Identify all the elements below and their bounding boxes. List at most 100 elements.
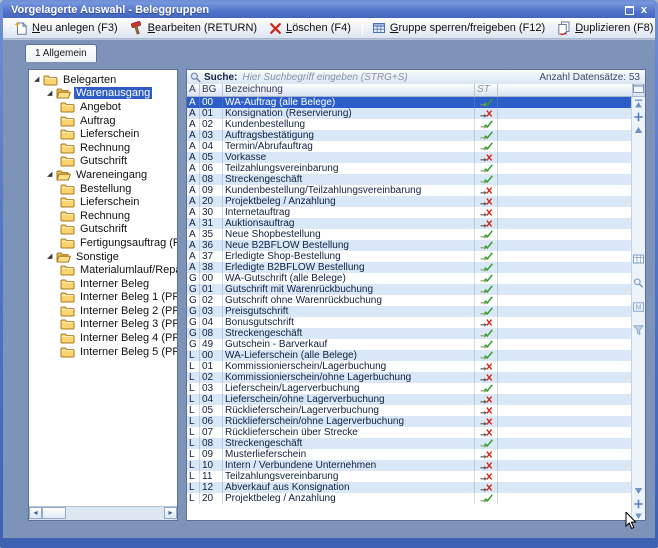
- tree-item-rechnung[interactable]: Rechnung: [29, 141, 177, 155]
- grid-view-icon[interactable]: [633, 253, 644, 264]
- column-header-bg[interactable]: BG: [200, 84, 223, 96]
- table-row[interactable]: G00WA-Gutschrift (alle Belege): [187, 273, 634, 284]
- scroll-to-top-icon[interactable]: [633, 98, 644, 109]
- fit-columns-icon[interactable]: M: [633, 301, 644, 312]
- table-row[interactable]: L00WA-Lieferschein (alle Belege): [187, 350, 634, 361]
- tree-item-wareneingang[interactable]: ◢Wareneingang: [29, 168, 177, 182]
- title-bar[interactable]: Vorgelagerte Auswahl - Beleggruppen x: [3, 2, 655, 18]
- table-row[interactable]: A38Erledigte B2BFLOW Bestellung: [187, 262, 634, 273]
- cell-beleggruppe: 00: [200, 97, 223, 108]
- table-row[interactable]: A04Termin/Abrufauftrag: [187, 141, 634, 152]
- tree-item-angebot[interactable]: Angebot: [29, 100, 177, 114]
- table-row[interactable]: A37Erledigte Shop-Bestellung: [187, 251, 634, 262]
- status-check-icon: [475, 295, 498, 306]
- tree-item-gutschrift[interactable]: Gutschrift: [29, 223, 177, 237]
- scroll-up-icon[interactable]: [633, 124, 644, 135]
- table-row[interactable]: L05Rücklieferschein/Lagerverbuchung: [187, 405, 634, 416]
- edit-button[interactable]: Bearbeiten (RETURN): [125, 19, 264, 37]
- table-row[interactable]: L10Intern / Verbundene Unternehmen: [187, 460, 634, 471]
- column-header-st[interactable]: ST: [475, 84, 498, 96]
- search-input-placeholder[interactable]: Hier Suchbegriff eingeben (STRG+S): [242, 72, 407, 83]
- scroll-down-icon[interactable]: [633, 485, 644, 496]
- table-row[interactable]: A30Internetauftrag: [187, 207, 634, 218]
- tree-item-materialumlauf-reparatur[interactable]: Materialumlauf/Reparatur: [29, 263, 177, 277]
- tree-item-fertigungsauftrag-pps[interactable]: Fertigungsauftrag (PPS): [29, 236, 177, 250]
- cell-filler: [498, 482, 634, 493]
- table-row[interactable]: L07Rücklieferschein über Strecke: [187, 427, 634, 438]
- jump-up-icon[interactable]: [633, 111, 644, 122]
- tree-item-rechnung[interactable]: Rechnung: [29, 209, 177, 223]
- tree-item-lieferschein[interactable]: Lieferschein: [29, 127, 177, 141]
- lock-group-button[interactable]: Gruppe sperren/freigeben (F12): [367, 19, 552, 37]
- expand-triangle-icon[interactable]: ◢: [47, 252, 56, 261]
- column-chooser-button[interactable]: [632, 84, 645, 96]
- scroll-right-button[interactable]: ▸: [164, 507, 177, 519]
- table-row[interactable]: G04Bonusgutschrift: [187, 317, 634, 328]
- tree-item-gutschrift[interactable]: Gutschrift: [29, 155, 177, 169]
- table-row[interactable]: A36Neue B2BFLOW Bestellung: [187, 240, 634, 251]
- cell-filler: [498, 306, 634, 317]
- tree-item-auftrag[interactable]: Auftrag: [29, 114, 177, 128]
- tree-item-warenausgang[interactable]: ◢Warenausgang: [29, 87, 177, 101]
- table-row[interactable]: G03Preisgutschrift: [187, 306, 634, 317]
- tree-horizontal-scrollbar[interactable]: ◂ ▸: [29, 506, 177, 520]
- table-row[interactable]: A06Teilzahlungsvereinbarung: [187, 163, 634, 174]
- tree-item-interner-beleg[interactable]: Interner Beleg: [29, 277, 177, 291]
- table-row[interactable]: A05Vorkasse: [187, 152, 634, 163]
- table-row[interactable]: L11Teilzahlungsvereinbarung: [187, 471, 634, 482]
- tree-item-interner-beleg-1-pps[interactable]: Interner Beleg 1 (PPS): [29, 291, 177, 305]
- delete-button[interactable]: Löschen (F4): [264, 20, 358, 37]
- tree-item-interner-beleg-5-pps[interactable]: Interner Beleg 5 (PPS): [29, 345, 177, 359]
- table-row[interactable]: G08Streckengeschäft: [187, 328, 634, 339]
- table-row[interactable]: G49Gutschein - Barverkauf: [187, 339, 634, 350]
- close-button[interactable]: x: [641, 5, 647, 15]
- table-row[interactable]: L01Kommissionierschein/Lagerbuchung: [187, 361, 634, 372]
- expand-triangle-icon[interactable]: ◢: [47, 89, 56, 98]
- scroll-left-button[interactable]: ◂: [29, 507, 42, 519]
- table-row[interactable]: L04Lieferschein/ohne Lagerverbuchung: [187, 394, 634, 405]
- tree-item-bestellung[interactable]: Bestellung: [29, 182, 177, 196]
- table-row[interactable]: G02Gutschrift ohne Warenrückbuchung: [187, 295, 634, 306]
- table-row[interactable]: A01Konsignation (Reservierung): [187, 108, 634, 119]
- jump-down-icon[interactable]: [633, 498, 644, 509]
- search-bar[interactable]: Suche: Hier Suchbegriff eingeben (STRG+S…: [187, 70, 645, 85]
- table-row[interactable]: L20Projektbeleg / Anzahlung: [187, 493, 634, 504]
- tree-item-interner-beleg-2-pps[interactable]: Interner Beleg 2 (PPS): [29, 304, 177, 318]
- tree-item-belegarten[interactable]: ◢Belegarten: [29, 73, 177, 87]
- tree-item-sonstige[interactable]: ◢Sonstige: [29, 250, 177, 264]
- tree-item-label: Interner Beleg 2 (PPS): [78, 305, 177, 317]
- table-row[interactable]: A20Projektbeleg / Anzahlung: [187, 196, 634, 207]
- cell-art: L: [187, 405, 200, 416]
- expand-triangle-icon[interactable]: ◢: [47, 170, 56, 179]
- table-row[interactable]: L09Musterlieferschein: [187, 449, 634, 460]
- table-row[interactable]: A35Neue Shopbestellung: [187, 229, 634, 240]
- zoom-search-icon[interactable]: [633, 277, 644, 288]
- restore-button[interactable]: [625, 6, 634, 15]
- duplicate-button[interactable]: Duplizieren (F8): [552, 19, 658, 37]
- table-row[interactable]: L02Kommissionierschein/ohne Lagerbuchung: [187, 372, 634, 383]
- column-header-a[interactable]: A: [187, 84, 200, 96]
- tree-item-interner-beleg-4-pps[interactable]: Interner Beleg 4 (PPS): [29, 331, 177, 345]
- new-button[interactable]: Neu anlegen (F3): [9, 19, 125, 37]
- expand-triangle-icon[interactable]: ◢: [34, 75, 43, 84]
- table-row[interactable]: A02Kundenbestellung: [187, 119, 634, 130]
- lock-table-icon: [372, 21, 386, 35]
- table-row[interactable]: L06Rücklieferschein/ohne Lagerverbuchung: [187, 416, 634, 427]
- scrollbar-thumb[interactable]: [42, 507, 66, 519]
- table-row[interactable]: A00WA-Auftrag (alle Belege): [187, 97, 634, 108]
- tab-allgemein[interactable]: 1 Allgemein: [25, 44, 97, 62]
- filter-icon[interactable]: [633, 324, 644, 335]
- table-row[interactable]: A08Streckengeschäft: [187, 174, 634, 185]
- table-row[interactable]: L08Streckengeschäft: [187, 438, 634, 449]
- table-row[interactable]: G01Gutschrift mit Warenrückbuchung: [187, 284, 634, 295]
- table-row[interactable]: L12Abverkauf aus Konsignation: [187, 482, 634, 493]
- table-row[interactable]: L03Lieferschein/Lagerverbuchung: [187, 383, 634, 394]
- table-row[interactable]: A03Auftragsbestätigung: [187, 130, 634, 141]
- table-row[interactable]: A31Auktionsauftrag: [187, 218, 634, 229]
- tree-item-interner-beleg-3-pps[interactable]: Interner Beleg 3 (PPS): [29, 318, 177, 332]
- cell-bezeichnung: Gutschein - Barverkauf: [223, 339, 475, 350]
- svg-text:M: M: [636, 304, 642, 311]
- column-header-name[interactable]: Bezeichnung: [223, 84, 475, 96]
- table-row[interactable]: A09Kundenbestellung/Teilzahlungsvereinba…: [187, 185, 634, 196]
- tree-item-lieferschein[interactable]: Lieferschein: [29, 195, 177, 209]
